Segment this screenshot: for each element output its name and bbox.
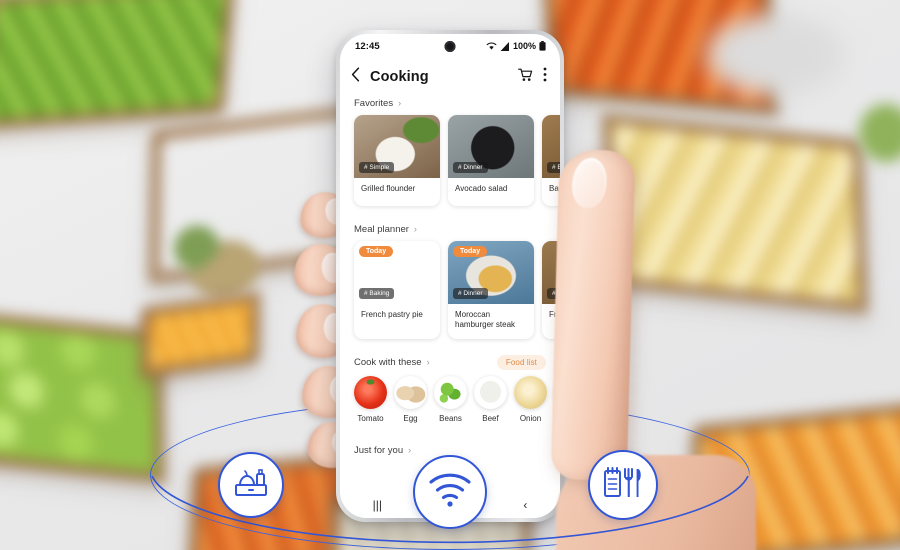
recipe-thumbnail: # Simple [354, 115, 440, 178]
food-list-button[interactable]: Food list [496, 355, 546, 371]
wifi-connectivity-badge[interactable] [413, 455, 487, 529]
recipe-thumbnail: # Dinner [448, 115, 534, 178]
beef-icon [474, 376, 507, 410]
crate-orange-small [139, 291, 261, 379]
chevron-right-icon: › [413, 224, 417, 234]
status-time: 12:45 [355, 40, 380, 52]
app-bar: Cooking [340, 58, 560, 96]
crate-pale-carrots [602, 113, 868, 313]
back-chevron-icon[interactable] [351, 67, 360, 87]
ingredient-item[interactable]: Tomato [354, 376, 387, 423]
greens-right [858, 88, 900, 178]
fridge-groceries-icon [232, 466, 270, 505]
recipe-title: Grilled flounder [361, 184, 416, 193]
recipe-title: Moroccan hamburger steak [455, 310, 516, 330]
smartphone-device: 12:45 100% Cooking Favorites › # Simple … [336, 30, 564, 522]
section-header-favorites[interactable]: Favorites › [340, 98, 560, 109]
recipe-thumbnail: Today # Baking [354, 241, 440, 304]
signal-bars-icon [500, 41, 510, 51]
onion-icon [514, 376, 547, 410]
recipe-cutlery-icon [602, 466, 644, 505]
card-row-meal-planner[interactable]: Today # Baking French pastry pie Today #… [340, 241, 560, 340]
battery-icon [539, 41, 546, 51]
ingredient-item[interactable]: Egg [394, 376, 427, 423]
recipe-tag: # Baking [359, 288, 395, 299]
recipe-tag: # B [547, 162, 560, 173]
chevron-right-icon: › [426, 357, 430, 368]
card-row-favorites[interactable]: # Simple Grilled flounder # Dinner Avoca… [340, 115, 560, 206]
ingredient-label: Tomato [357, 414, 384, 424]
more-options-icon[interactable] [543, 67, 547, 87]
section-title-cook-with-these: Cook with these [354, 357, 422, 369]
ingredient-item[interactable]: Beans [434, 376, 467, 423]
thumb-nail [569, 155, 610, 210]
section-header-meal-planner[interactable]: Meal planner › [340, 224, 560, 235]
page-title: Cooking [370, 69, 429, 85]
recipe-cutlery-badge[interactable] [588, 450, 658, 520]
section-title-meal-planner: Meal planner [354, 224, 409, 235]
wifi-icon [486, 42, 497, 51]
recipe-thumbnail: # B [542, 115, 560, 178]
section-header-cook-with-these[interactable]: Cook with these › Food list [340, 355, 560, 371]
phone-screen: 12:45 100% Cooking Favorites › # Simple … [340, 34, 560, 518]
recipe-card[interactable]: Today # Baking French pastry pie [354, 241, 440, 340]
recipe-tag: # Dinner [453, 162, 488, 173]
nav-back-icon[interactable]: ‹ [523, 499, 527, 511]
recipe-card[interactable]: # Simple Grilled flounder [354, 115, 440, 206]
shopping-cart-icon[interactable] [518, 68, 533, 87]
crate-green-beans [0, 0, 236, 131]
recipe-title: Avocado salad [455, 184, 508, 193]
beans-icon [434, 376, 467, 410]
ingredient-label: Egg [403, 414, 418, 424]
recipe-title: French pastry pie [361, 310, 423, 319]
fridge-groceries-badge[interactable] [218, 452, 284, 518]
recipe-card[interactable]: Today # Dinner Moroccan hamburger steak [448, 241, 534, 340]
recipe-tag: # Dinner [453, 288, 488, 299]
tomato-icon [354, 376, 387, 410]
section-title-favorites: Favorites [354, 98, 394, 109]
today-badge: Today [359, 246, 394, 257]
ingredient-item[interactable]: Onion [514, 376, 547, 423]
egg-icon [394, 376, 427, 410]
section-title-just-for-you: Just for you [354, 445, 404, 457]
ingredient-label: Onion [519, 414, 542, 424]
chevron-right-icon: › [408, 445, 412, 456]
recipe-card[interactable]: # Dinner Avocado salad [448, 115, 534, 206]
front-camera-icon [444, 41, 456, 52]
wifi-connectivity-icon [428, 472, 472, 513]
hand-thumb [550, 149, 636, 481]
background-blur-blob [700, 10, 850, 100]
battery-percent-label: 100% [512, 41, 536, 51]
chevron-right-icon: › [398, 98, 402, 108]
ingredient-label: Beans [439, 414, 462, 424]
ingredient-row[interactable]: Tomato Egg Beans Beef Onion [340, 376, 560, 423]
status-bar: 12:45 100% [340, 34, 560, 58]
status-indicators: 100% [486, 41, 546, 51]
today-badge: Today [453, 246, 488, 257]
ingredient-item[interactable]: Beef [474, 376, 507, 423]
ingredient-label: Beef [482, 414, 499, 424]
recipe-thumbnail: Today # Dinner [448, 241, 534, 304]
recipe-tag: # Simple [359, 162, 395, 173]
recents-icon[interactable]: ||| [373, 499, 382, 511]
